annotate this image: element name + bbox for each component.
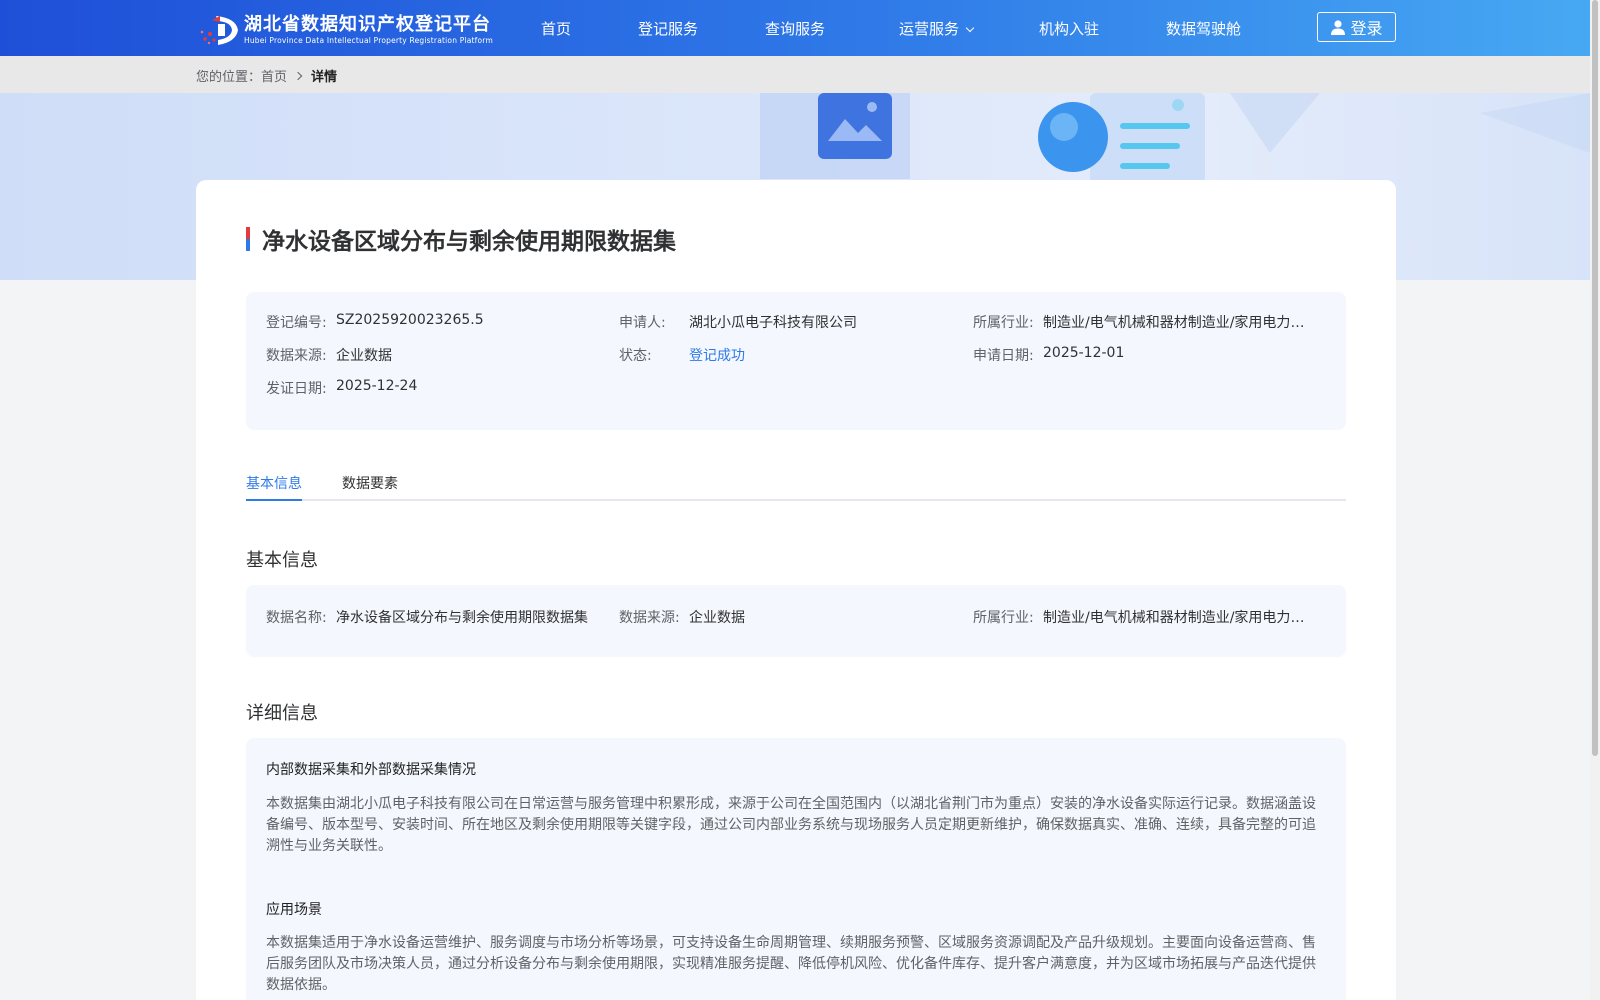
page-scrollbar[interactable] xyxy=(1590,0,1600,1000)
nav-data-cockpit[interactable]: 数据驾驶舱 xyxy=(1166,18,1241,39)
basic-industry-value: 制造业/电气机械和器材制造业/家用电力器具制造 xyxy=(1043,610,1305,626)
status-badge: 登记成功 xyxy=(689,348,745,364)
breadcrumb-bar: 您的位置： 首页 详情 xyxy=(0,56,1590,93)
platform-logo[interactable]: 湖北省数据知识产权登记平台 Hubei Province Data Intell… xyxy=(196,12,493,48)
scenario-text: 本数据集适用于净水设备运营维护、服务调度与市场分析等场景，可支持设备生命周期管理… xyxy=(266,935,1316,993)
tab-basic-info[interactable]: 基本信息 xyxy=(246,473,302,501)
issue-date-value: 2025-12-24 xyxy=(336,378,418,394)
login-button[interactable]: 登录 xyxy=(1317,12,1396,42)
logo-subtitle: Hubei Province Data Intellectual Propert… xyxy=(244,36,493,45)
breadcrumb-current: 详情 xyxy=(311,70,338,85)
apply-date-label: 申请日期: xyxy=(973,348,1034,364)
page-title: 净水设备区域分布与剩余使用期限数据集 xyxy=(262,228,676,255)
status-label: 状态: xyxy=(619,348,652,364)
reg-no-value: SZ2025920023265.5 xyxy=(336,312,484,328)
basic-source-value: 企业数据 xyxy=(689,610,745,626)
industry-label: 所属行业: xyxy=(973,315,1034,331)
collection-heading: 内部数据采集和外部数据采集情况 xyxy=(266,762,476,778)
breadcrumb-home-link[interactable]: 首页 xyxy=(261,66,287,85)
applicant-label: 申请人: xyxy=(619,315,666,331)
detail-info-heading: 详细信息 xyxy=(246,703,318,724)
reg-no-label: 登记编号: xyxy=(266,315,327,331)
scenario-heading: 应用场景 xyxy=(266,902,322,918)
nav-operation-service-label: 运营服务 xyxy=(899,20,960,38)
basic-info-panel: 数据名称: 净水设备区域分布与剩余使用期限数据集 数据来源: 企业数据 所属行业… xyxy=(246,585,1346,657)
nav-home[interactable]: 首页 xyxy=(541,18,571,39)
applicant-value: 湖北小瓜电子科技有限公司 xyxy=(689,315,857,331)
nav-query-service[interactable]: 查询服务 xyxy=(765,18,825,39)
issue-date-label: 发证日期: xyxy=(266,381,327,397)
source-value: 企业数据 xyxy=(336,348,392,364)
basic-info-heading: 基本信息 xyxy=(246,550,318,571)
basic-source-label: 数据来源: xyxy=(619,610,680,626)
logo-emblem-icon xyxy=(200,16,238,45)
detail-card: 净水设备区域分布与剩余使用期限数据集 登记编号: SZ2025920023265… xyxy=(196,180,1396,1000)
basic-industry-label: 所属行业: xyxy=(973,610,1034,626)
summary-panel: 登记编号: SZ2025920023265.5 申请人: 湖北小瓜电子科技有限公… xyxy=(246,292,1346,430)
logo-title: 湖北省数据知识产权登记平台 xyxy=(244,14,491,35)
detail-tabs: 基本信息 数据要素 xyxy=(246,470,1346,501)
nav-registration-service[interactable]: 登记服务 xyxy=(638,18,698,39)
scrollbar-thumb[interactable] xyxy=(1592,0,1598,756)
top-header: 湖北省数据知识产权登记平台 Hubei Province Data Intell… xyxy=(0,0,1600,56)
apply-date-value: 2025-12-01 xyxy=(1043,345,1125,361)
tab-data-elements[interactable]: 数据要素 xyxy=(342,473,398,501)
industry-value: 制造业/电气机械和器材制造业/家用电力器具制造 xyxy=(1043,315,1305,331)
login-label: 登录 xyxy=(1350,19,1383,38)
data-name-value: 净水设备区域分布与剩余使用期限数据集 xyxy=(336,610,588,626)
nav-institution-join[interactable]: 机构入驻 xyxy=(1039,18,1099,39)
breadcrumb-prefix: 您的位置： xyxy=(196,70,262,85)
nav-operation-service[interactable]: 运营服务 xyxy=(899,18,975,39)
breadcrumb: 您的位置： 首页 详情 xyxy=(196,66,337,85)
source-label: 数据来源: xyxy=(266,348,327,364)
collection-text: 本数据集由湖北小瓜电子科技有限公司在日常运营与服务管理中积累形成，来源于公司在全… xyxy=(266,796,1316,854)
data-name-label: 数据名称: xyxy=(266,610,327,626)
detail-info-panel: 内部数据采集和外部数据采集情况 本数据集由湖北小瓜电子科技有限公司在日常运营与服… xyxy=(246,738,1346,1000)
title-accent-icon xyxy=(246,227,250,251)
chevron-down-icon xyxy=(965,23,975,33)
user-icon xyxy=(1331,20,1346,35)
chevron-right-icon xyxy=(293,71,303,80)
